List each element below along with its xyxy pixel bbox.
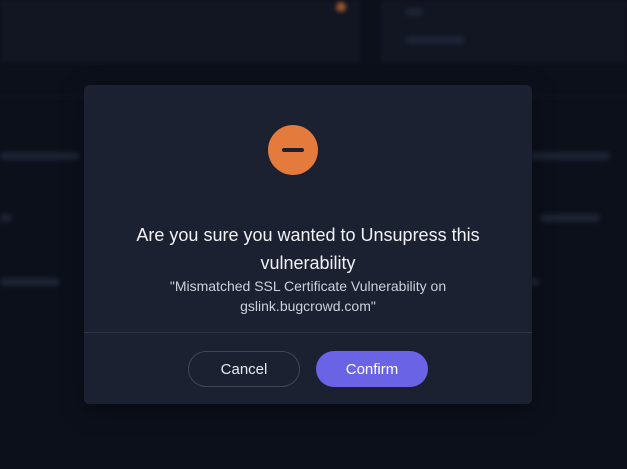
- confirm-button[interactable]: Confirm: [316, 351, 428, 387]
- minus-circle-icon: [268, 125, 318, 175]
- cancel-button[interactable]: Cancel: [188, 351, 300, 387]
- minus-glyph: [282, 148, 304, 152]
- dialog-title: Are you sure you wanted to Unsupress thi…: [136, 225, 480, 273]
- dialog-subtitle: "Mismatched SSL Certificate Vulnerabilit…: [169, 278, 447, 314]
- confirm-unsuppress-dialog: Are you sure you wanted to Unsupress thi…: [84, 85, 532, 404]
- dialog-divider: [84, 332, 532, 333]
